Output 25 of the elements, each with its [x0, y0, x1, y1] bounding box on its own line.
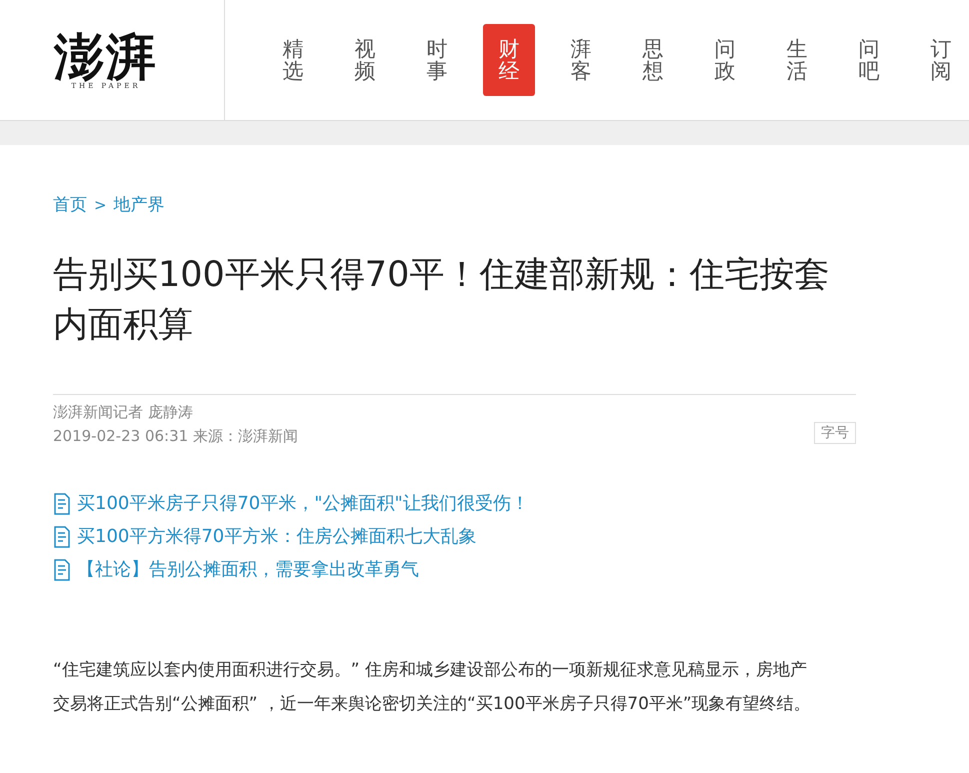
related-article-link[interactable]: 买100平方米得70平方米：住房公摊面积七大乱象 [53, 524, 856, 550]
nav-tab[interactable]: 问吧 [843, 24, 895, 96]
nav-tab[interactable]: 问政 [699, 24, 751, 96]
nav-tab[interactable]: 视频 [339, 24, 391, 96]
nav-tab[interactable]: 订阅 [915, 24, 967, 96]
related-article-link[interactable]: 买100平米房子只得70平米，"公摊面积"让我们很受伤！ [53, 491, 856, 517]
nav-tab[interactable]: 思想 [627, 24, 679, 96]
byline: 澎湃新闻记者 庞静涛 [53, 402, 194, 423]
breadcrumb-link[interactable]: 首页 [53, 193, 87, 216]
nav-tab[interactable]: 时事 [411, 24, 463, 96]
logo-wordmark[interactable]: 澎湃 [54, 30, 158, 84]
breadcrumb-separator: > [94, 196, 107, 214]
document-icon [53, 493, 71, 515]
nav-tab[interactable]: 财经 [483, 24, 535, 96]
document-icon [53, 559, 71, 581]
related-article-link[interactable]: 【社论】告别公摊面积，需要拿出改革勇气 [53, 557, 856, 583]
document-icon [53, 526, 71, 548]
nav-tab[interactable]: 生活 [771, 24, 823, 96]
nav-tab[interactable]: 精选 [267, 24, 319, 96]
dateline: 2019-02-23 06:31 来源：澎湃新闻 [53, 426, 298, 447]
font-size-button[interactable]: 字号 [814, 422, 856, 444]
article-paragraph: “住宅建筑应以套内使用面积进行交易。” 住房和城乡建设部公布的一项新规征求意见稿显示，房地产交易将正式告别“公摊面积” ，近一年来舆论密切关注的“买100平米房子只得70平米”现象有望终结。 [53, 659, 812, 716]
article-title: 告别买100平米只得70平！住建部新规：住宅按套内面积算 [53, 254, 830, 347]
nav-tab[interactable]: 湃客 [555, 24, 607, 96]
breadcrumb-link[interactable]: 地产界 [114, 193, 165, 216]
